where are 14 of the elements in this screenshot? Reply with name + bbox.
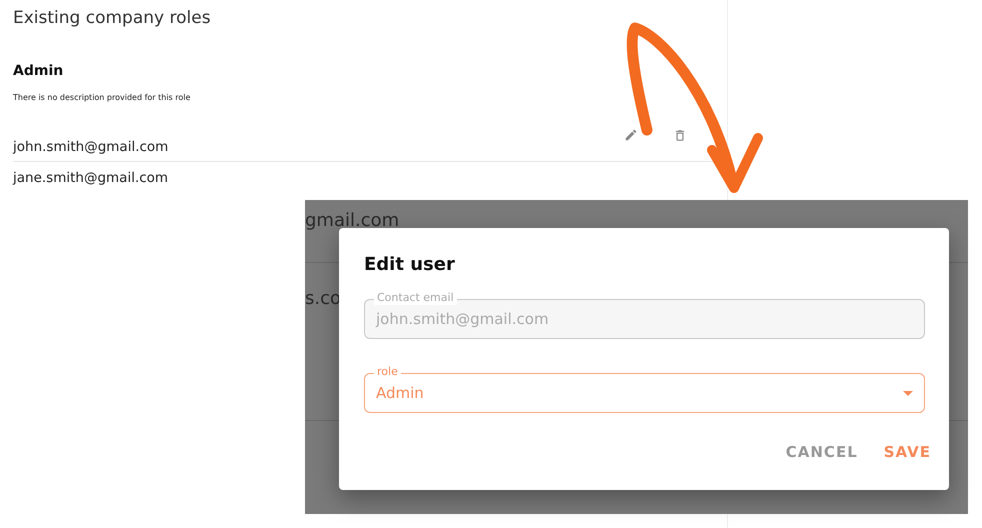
field-label: Contact email [374, 291, 457, 305]
user-email: jane.smith@gmail.com [13, 170, 170, 186]
delete-icon[interactable] [673, 128, 687, 143]
dropdown-caret-icon [903, 390, 913, 396]
user-email: john.smith@gmail.com [13, 139, 170, 155]
dialog-title: Edit user [364, 254, 456, 275]
section-title: Existing company roles [13, 8, 212, 30]
backdrop-text: gmail.com [305, 210, 400, 231]
role-name: Admin [13, 63, 64, 79]
edit-icon[interactable] [624, 128, 638, 142]
save-button[interactable]: SAVE [882, 439, 933, 465]
cancel-button[interactable]: CANCEL [784, 439, 860, 465]
role-description: There is no description provided for this role [13, 93, 192, 102]
backdrop-text: s.co [305, 288, 342, 309]
